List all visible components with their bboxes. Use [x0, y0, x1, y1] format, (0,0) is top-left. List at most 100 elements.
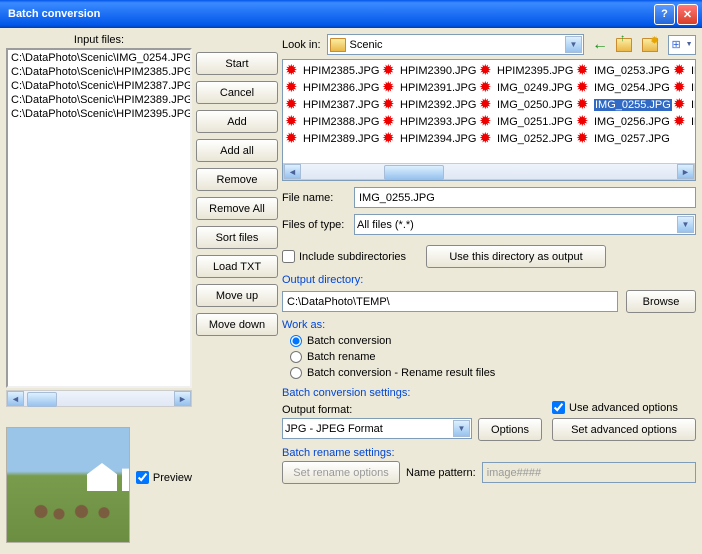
file-item[interactable]: HPIM2389.JPG [285, 130, 382, 147]
scroll-right-icon[interactable]: ► [677, 164, 694, 179]
batch-rename-settings-label: Batch rename settings: [282, 447, 696, 459]
chevron-down-icon[interactable]: ▼ [453, 420, 470, 437]
name-pattern-label: Name pattern: [406, 467, 476, 479]
file-browser[interactable]: HPIM2385.JPGHPIM2386.JPGHPIM2387.JPGHPIM… [282, 59, 696, 181]
file-item[interactable]: IMG_0292.JPG [673, 79, 696, 96]
folder-icon [330, 38, 346, 52]
up-one-level-icon[interactable]: ↑ [616, 35, 636, 55]
file-item[interactable]: HPIM2388.JPG [285, 113, 382, 130]
start-button[interactable]: Start [196, 52, 278, 75]
new-folder-icon[interactable]: ✹ [642, 35, 662, 55]
titlebar: Batch conversion ? ✕ [0, 0, 702, 28]
file-item[interactable]: HPIM2394.JPG [382, 130, 479, 147]
list-item[interactable]: C:\DataPhoto\Scenic\HPIM2385.JPG [9, 65, 189, 79]
file-item[interactable]: IMG_0251.JPG [479, 113, 576, 130]
file-item[interactable]: HPIM2385.JPG [285, 62, 382, 79]
options-button[interactable]: Options [478, 418, 542, 441]
file-item[interactable]: IMG_0249.JPG [479, 79, 576, 96]
move-up-button[interactable]: Move up [196, 284, 278, 307]
output-format-label: Output format: [282, 404, 542, 416]
file-item[interactable]: IMG_0250.JPG [479, 96, 576, 113]
close-button[interactable]: ✕ [677, 4, 698, 25]
file-item[interactable]: IMG_0254.JPG [576, 79, 673, 96]
window-title: Batch conversion [4, 8, 652, 20]
file-item[interactable]: IMG_0257.JPG [576, 130, 673, 147]
radio-batch-conversion[interactable]: Batch conversion [290, 335, 696, 347]
image-file-icon [285, 131, 301, 147]
preview-checkbox[interactable]: Preview [136, 471, 192, 484]
list-item[interactable]: C:\DataPhoto\Scenic\HPIM2387.JPG [9, 79, 189, 93]
file-name-input[interactable] [354, 187, 696, 208]
list-item[interactable]: C:\DataPhoto\Scenic\HPIM2389.JPG [9, 93, 189, 107]
file-item[interactable]: IMG_0255.JPG [576, 96, 673, 113]
chevron-down-icon[interactable]: ▼ [677, 216, 694, 233]
use-directory-button[interactable]: Use this directory as output [426, 245, 606, 268]
image-file-icon [382, 131, 398, 147]
image-file-icon [382, 114, 398, 130]
file-item[interactable]: IMG_0253.JPG [576, 62, 673, 79]
file-browser-hscroll[interactable]: ◄ ► [283, 163, 695, 180]
move-down-button[interactable]: Move down [196, 313, 278, 336]
list-item[interactable]: C:\DataPhoto\Scenic\IMG_0254.JPG [9, 51, 189, 65]
file-item[interactable]: IMG_0294.JPG [673, 113, 696, 130]
image-file-icon [285, 114, 301, 130]
back-icon[interactable]: ← [590, 35, 610, 55]
image-file-icon [479, 131, 495, 147]
help-button[interactable]: ? [654, 4, 675, 25]
scroll-right-icon[interactable]: ► [174, 391, 191, 406]
input-files-label: Input files: [6, 34, 192, 46]
file-item[interactable]: IMG_0256.JPG [576, 113, 673, 130]
image-file-icon [673, 80, 689, 96]
output-directory-label: Output directory: [282, 274, 696, 286]
output-directory-input[interactable] [282, 291, 618, 312]
file-name-label: File name: [282, 192, 346, 204]
file-item[interactable]: HPIM2387.JPG [285, 96, 382, 113]
cancel-button[interactable]: Cancel [196, 81, 278, 104]
file-item[interactable]: IMG_0293.JPG [673, 96, 696, 113]
radio-batch-conversion-rename[interactable]: Batch conversion - Rename result files [290, 367, 696, 379]
look-in-label: Look in: [282, 39, 321, 51]
file-item[interactable]: IMG_0258.JPG [673, 62, 696, 79]
scroll-left-icon[interactable]: ◄ [7, 391, 24, 406]
name-pattern-input [482, 462, 696, 483]
include-subdirectories-checkbox[interactable]: Include subdirectories [282, 250, 406, 263]
chevron-down-icon[interactable]: ▼ [565, 36, 582, 53]
browse-button[interactable]: Browse [626, 290, 696, 313]
files-of-type-combo[interactable]: All files (*.*) ▼ [354, 214, 696, 235]
file-item[interactable]: HPIM2386.JPG [285, 79, 382, 96]
image-file-icon [576, 63, 592, 79]
file-item[interactable]: HPIM2393.JPG [382, 113, 479, 130]
file-item[interactable]: HPIM2390.JPG [382, 62, 479, 79]
remove-button[interactable]: Remove [196, 168, 278, 191]
sort-files-button[interactable]: Sort files [196, 226, 278, 249]
preview-image [6, 427, 130, 543]
image-file-icon [479, 80, 495, 96]
use-advanced-checkbox[interactable]: Use advanced options [552, 401, 696, 414]
set-rename-options-button: Set rename options [282, 461, 400, 484]
file-item[interactable]: IMG_0252.JPG [479, 130, 576, 147]
set-advanced-button[interactable]: Set advanced options [552, 418, 696, 441]
view-menu-icon[interactable]: ⊞▼ [668, 35, 696, 55]
file-item[interactable]: HPIM2392.JPG [382, 96, 479, 113]
add-all-button[interactable]: Add all [196, 139, 278, 162]
output-format-combo[interactable]: JPG - JPEG Format ▼ [282, 418, 472, 439]
add-button[interactable]: Add [196, 110, 278, 133]
image-file-icon [479, 97, 495, 113]
files-of-type-label: Files of type: [282, 219, 346, 231]
radio-batch-rename[interactable]: Batch rename [290, 351, 696, 363]
image-file-icon [382, 97, 398, 113]
input-files-hscroll[interactable]: ◄ ► [6, 390, 192, 407]
image-file-icon [285, 63, 301, 79]
load-txt-button[interactable]: Load TXT [196, 255, 278, 278]
look-in-combo[interactable]: Scenic ▼ [327, 34, 584, 55]
list-item[interactable]: C:\DataPhoto\Scenic\HPIM2395.JPG [9, 107, 189, 121]
remove-all-button[interactable]: Remove All [196, 197, 278, 220]
file-item[interactable]: HPIM2395.JPG [479, 62, 576, 79]
scroll-left-icon[interactable]: ◄ [284, 164, 301, 179]
image-file-icon [479, 63, 495, 79]
file-item[interactable]: HPIM2391.JPG [382, 79, 479, 96]
batch-conversion-settings-label: Batch conversion settings: [282, 387, 696, 399]
image-file-icon [382, 63, 398, 79]
input-files-list[interactable]: C:\DataPhoto\Scenic\IMG_0254.JPGC:\DataP… [6, 48, 192, 388]
work-as-label: Work as: [282, 319, 696, 331]
